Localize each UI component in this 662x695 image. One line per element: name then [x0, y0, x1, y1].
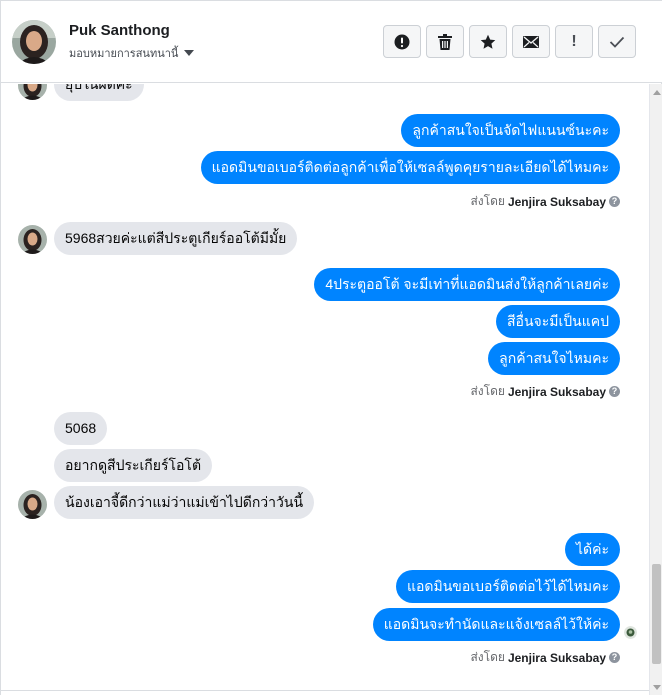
sent-by-prefix: ส่งโดย: [470, 194, 505, 208]
sent-by-label: ส่งโดย Jenjira Suksabay ?: [470, 382, 620, 401]
caret-down-icon: [184, 50, 195, 56]
agent-name[interactable]: Jenjira Suksabay: [508, 385, 606, 399]
composer-edge: [1, 690, 649, 695]
outgoing-message[interactable]: แอดมินจะทำนัดและแจ้งเซลล์ไว้ให้ค่ะ: [372, 608, 620, 641]
avatar[interactable]: [12, 20, 56, 64]
outgoing-message[interactable]: ได้ค่ะ: [564, 533, 620, 566]
report-button[interactable]: [383, 25, 421, 58]
exclamation-icon: !: [571, 32, 577, 50]
seen-avatar-icon: [624, 626, 637, 639]
exclamation-circle-icon: [394, 34, 410, 49]
conversation-toolbar: !: [383, 25, 636, 58]
avatar: [18, 225, 47, 254]
agent-name[interactable]: Jenjira Suksabay: [508, 195, 606, 209]
incoming-message[interactable]: อยากดูสีประเกียร์โอโต้: [54, 449, 213, 482]
assign-label: มอบหมายการสนทนานี้: [69, 48, 179, 60]
message-scrollbar[interactable]: [649, 84, 662, 695]
help-icon[interactable]: ?: [609, 196, 620, 207]
follow-up-button[interactable]: !: [555, 25, 593, 58]
message-list: ยุบในผิดคะ ลูกค้าสนใจเป็นจัดไฟแนนซ์นะคะ …: [1, 84, 649, 695]
incoming-message[interactable]: ยุบในผิดคะ: [54, 84, 144, 101]
assign-conversation-dropdown[interactable]: มอบหมายการสนทนานี้: [69, 44, 195, 62]
star-button[interactable]: [469, 25, 507, 58]
contact-name[interactable]: Puk Santhong: [69, 22, 170, 39]
scroll-down-arrow-icon[interactable]: [653, 685, 661, 690]
star-icon: [480, 34, 496, 49]
sent-by-prefix: ส่งโดย: [470, 384, 505, 398]
sent-by-prefix: ส่งโดย: [470, 650, 505, 664]
sent-by-label: ส่งโดย Jenjira Suksabay ?: [470, 648, 620, 667]
incoming-message[interactable]: 5068: [54, 412, 108, 445]
incoming-message[interactable]: น้องเอาจี้ดีกว่าแม่ว่าแม่เข้าไปดีกว่าวัน…: [54, 486, 315, 519]
outgoing-message[interactable]: ลูกค้าสนใจเป็นจัดไฟแนนซ์นะคะ: [401, 114, 620, 147]
help-icon[interactable]: ?: [609, 652, 620, 663]
outgoing-message[interactable]: แอดมินขอเบอร์ติดต่อไว้ได้ไหมคะ: [395, 570, 620, 603]
delete-button[interactable]: [426, 25, 464, 58]
scroll-thumb[interactable]: [652, 564, 661, 664]
outgoing-message[interactable]: ลูกค้าสนใจไหมคะ: [488, 342, 620, 375]
avatar: [18, 490, 47, 519]
sent-by-label: ส่งโดย Jenjira Suksabay ?: [470, 192, 620, 211]
envelope-icon: [523, 35, 539, 48]
scroll-up-arrow-icon[interactable]: [653, 90, 661, 95]
agent-name[interactable]: Jenjira Suksabay: [508, 651, 606, 665]
outgoing-message[interactable]: สีอื่นจะมีเป็นแคป: [496, 305, 620, 338]
check-icon: [609, 36, 625, 48]
incoming-message[interactable]: 5968สวยค่ะแต่สีประตูเกียร์ออโต้มีมั้ย: [54, 222, 298, 255]
trash-icon: [438, 33, 452, 50]
avatar: [18, 84, 47, 100]
outgoing-message[interactable]: แอดมินขอเบอร์ติดต่อลูกค้าเพื่อให้เซลล์พู…: [200, 151, 620, 184]
conversation-panel: Puk Santhong มอบหมายการสนทนานี้ ! ยุบในผ…: [0, 0, 662, 695]
conversation-header: Puk Santhong มอบหมายการสนทนานี้ !: [1, 1, 662, 83]
outgoing-message[interactable]: 4ประตูออโต้ จะมีเท่าที่แอดมินส่งให้ลูกค้…: [314, 268, 620, 301]
mark-done-button[interactable]: [598, 25, 636, 58]
help-icon[interactable]: ?: [609, 386, 620, 397]
mark-unread-button[interactable]: [512, 25, 550, 58]
